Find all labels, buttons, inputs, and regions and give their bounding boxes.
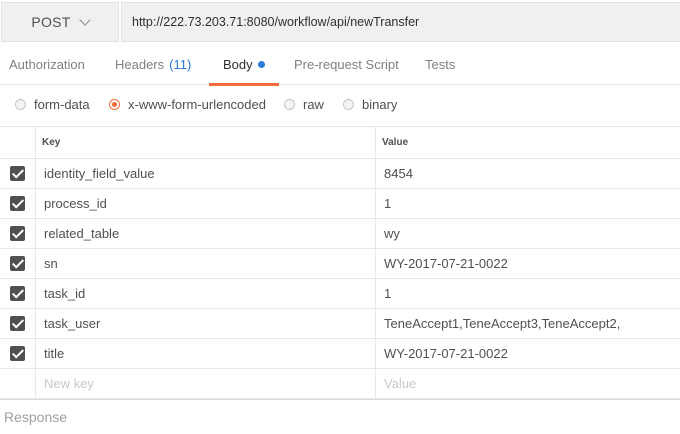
tab-prerequest-script[interactable]: Pre-request Script — [294, 43, 399, 85]
row-key[interactable]: task_id — [36, 279, 376, 308]
row-checkbox[interactable] — [10, 196, 25, 211]
row-checkbox[interactable] — [10, 166, 25, 181]
request-tabs: Authorization Headers (11) Body Pre-requ… — [0, 43, 680, 86]
method-label: POST — [31, 14, 71, 30]
table-row: task_id 1 — [0, 279, 680, 309]
row-checkbox[interactable] — [10, 316, 25, 331]
table-row: title WY-2017-07-21-0022 — [0, 339, 680, 369]
row-checkbox[interactable] — [10, 256, 25, 271]
row-checkbox[interactable] — [10, 346, 25, 361]
radio-circle[interactable] — [284, 98, 295, 110]
row-key[interactable]: related_table — [36, 219, 376, 248]
row-value[interactable]: 1 — [376, 279, 680, 308]
tab-prerequest-label: Pre-request Script — [294, 56, 399, 72]
row-key[interactable]: identity_field_value — [36, 159, 376, 188]
row-checkbox-cell — [0, 339, 36, 368]
tab-body[interactable]: Body — [209, 43, 279, 86]
table-header-row: Key Value — [0, 127, 680, 159]
row-value[interactable]: wy — [376, 219, 680, 248]
row-checkbox-cell — [0, 279, 36, 308]
tab-tests[interactable]: Tests — [425, 43, 455, 85]
row-checkbox-cell — [0, 309, 36, 338]
radio-form-data[interactable]: form-data — [15, 85, 90, 123]
table-row: sn WY-2017-07-21-0022 — [0, 249, 680, 279]
row-checkbox[interactable] — [10, 226, 25, 241]
new-row-checkbox-cell — [0, 369, 36, 398]
row-key[interactable]: process_id — [36, 189, 376, 218]
row-checkbox[interactable] — [10, 286, 25, 301]
headers-count: (11) — [169, 56, 192, 72]
value-column-header: Value — [382, 137, 409, 148]
row-value[interactable]: 1 — [376, 189, 680, 218]
chevron-down-icon — [78, 13, 91, 26]
row-checkbox-cell — [0, 189, 36, 218]
body-type-options: form-data x-www-form-urlencoded raw bina… — [0, 85, 680, 127]
radio-urlencoded-label: x-www-form-urlencoded — [128, 96, 266, 112]
radio-circle-selected[interactable] — [109, 98, 120, 110]
url-input[interactable]: http://222.73.203.71:8080/workflow/api/n… — [121, 2, 680, 42]
row-value[interactable]: WY-2017-07-21-0022 — [376, 339, 680, 368]
request-bar: POST http://222.73.203.71:8080/workflow/… — [0, 0, 680, 43]
new-value-input[interactable]: Value — [376, 369, 680, 398]
tab-tests-label: Tests — [425, 56, 456, 72]
row-value[interactable]: WY-2017-07-21-0022 — [376, 249, 680, 278]
row-key[interactable]: title — [36, 339, 376, 368]
new-key-input[interactable]: New key — [36, 369, 376, 398]
radio-binary-label: binary — [362, 96, 398, 112]
tab-authorization[interactable]: Authorization — [9, 43, 85, 85]
row-value[interactable]: 8454 — [376, 159, 680, 188]
radio-circle[interactable] — [343, 98, 354, 110]
table-row: identity_field_value 8454 — [0, 159, 680, 189]
tab-body-label: Body — [223, 56, 253, 72]
row-value[interactable]: TeneAccept1,TeneAccept3,TeneAccept2, — [376, 309, 680, 338]
response-label: Response — [4, 409, 68, 425]
tab-headers[interactable]: Headers (11) — [115, 43, 191, 85]
row-checkbox-cell — [0, 249, 36, 278]
response-panel[interactable]: Response — [0, 399, 680, 434]
table-row: related_table wy — [0, 219, 680, 249]
body-indicator-dot — [257, 60, 265, 68]
method-dropdown[interactable]: POST — [1, 2, 119, 42]
key-column-header: Key — [36, 127, 376, 158]
tab-headers-label: Headers — [115, 56, 165, 72]
radio-urlencoded[interactable]: x-www-form-urlencoded — [109, 85, 266, 123]
table-row: task_user TeneAccept1,TeneAccept3,TeneAc… — [0, 309, 680, 339]
radio-raw-label: raw — [303, 96, 324, 112]
row-key[interactable]: sn — [36, 249, 376, 278]
new-row: New key Value — [0, 369, 680, 399]
params-table: Key Value identity_field_value 8454 proc… — [0, 127, 680, 399]
row-checkbox-cell — [0, 219, 36, 248]
radio-circle[interactable] — [15, 98, 26, 110]
radio-binary[interactable]: binary — [343, 85, 397, 123]
radio-form-data-label: form-data — [34, 96, 90, 112]
header-checkbox-cell — [0, 127, 36, 158]
row-checkbox-cell — [0, 159, 36, 188]
tab-authorization-label: Authorization — [9, 56, 85, 72]
row-key[interactable]: task_user — [36, 309, 376, 338]
radio-raw[interactable]: raw — [284, 85, 324, 123]
table-row: process_id 1 — [0, 189, 680, 219]
